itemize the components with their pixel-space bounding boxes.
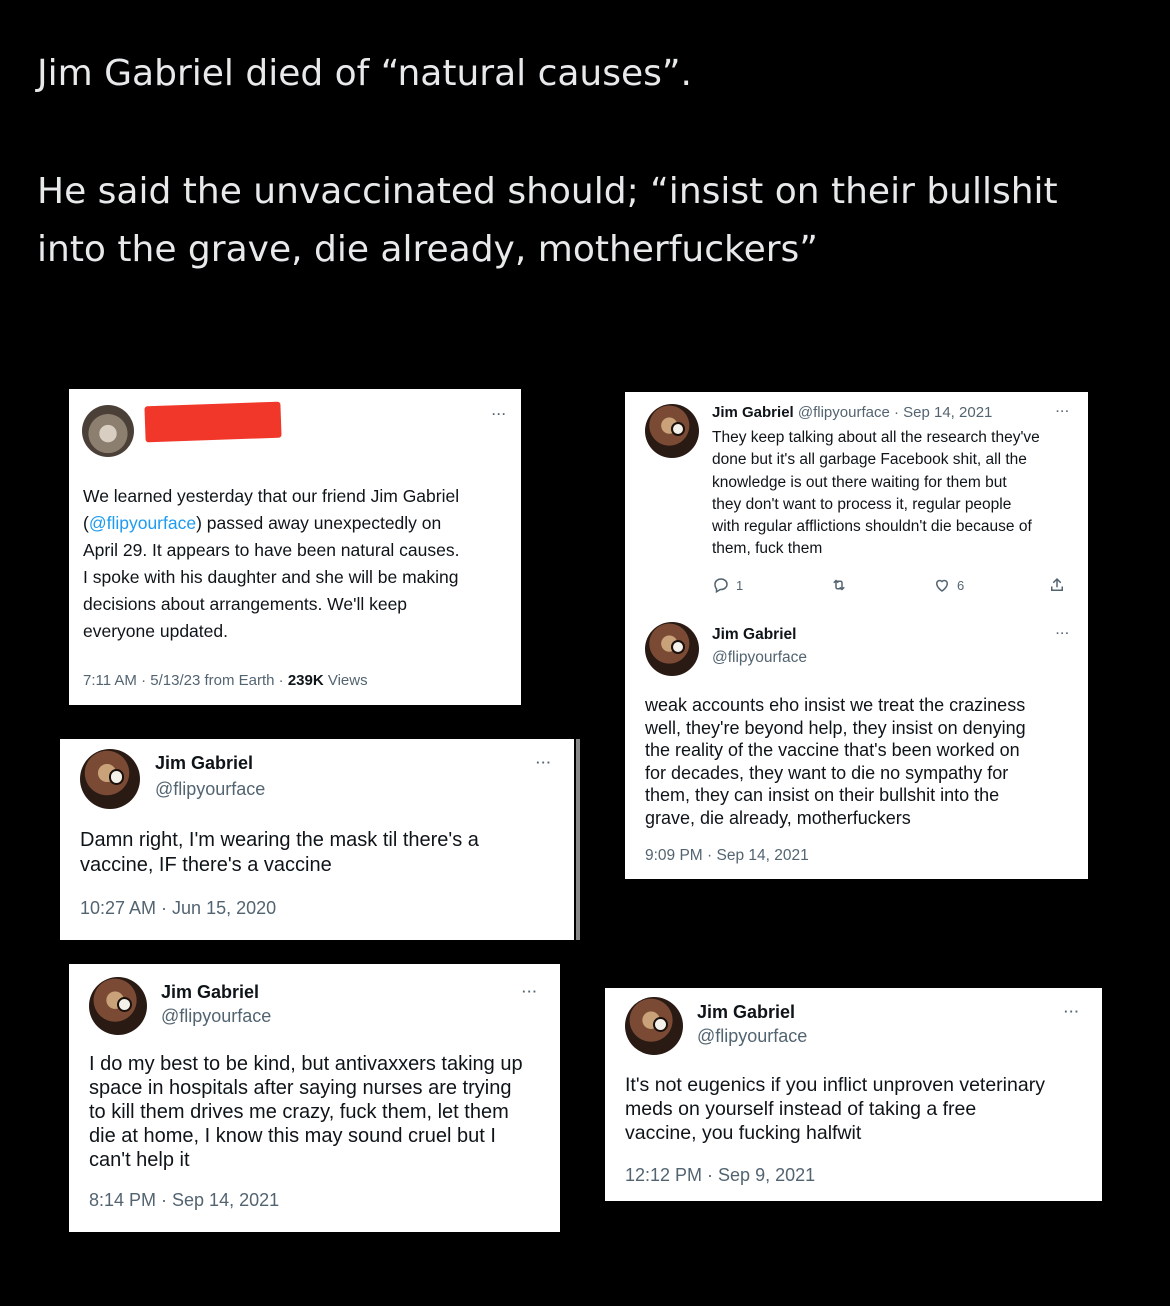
- views-count: 239K: [287, 672, 324, 689]
- tweet-text-line: April 29. It appears to have been natura…: [83, 540, 460, 560]
- tweet-card-antivax: Jim Gabriel @flipyourface ··· I do my be…: [69, 964, 560, 1232]
- author-handle[interactable]: @flipyourface: [712, 649, 807, 667]
- reply-icon: [714, 578, 728, 594]
- tweet-text-line: I spoke with his daughter and she will b…: [83, 567, 459, 587]
- redacted-name-mark: [144, 401, 282, 443]
- author-name[interactable]: Jim Gabriel: [155, 753, 253, 774]
- author-name[interactable]: Jim Gabriel: [712, 404, 794, 421]
- tweet-text: It's not eugenics if you inflict unprove…: [625, 1073, 1045, 1145]
- tweet-text-line: the reality of the vaccine that's been w…: [645, 740, 1020, 760]
- like-count: 6: [957, 577, 965, 593]
- timestamp[interactable]: 7:11 AM · 5/13/23 from Earth ·: [83, 672, 288, 689]
- reply-button[interactable]: 1: [712, 576, 743, 594]
- avatar[interactable]: [645, 404, 699, 458]
- tweet-text-line: knowledge is out there waiting for them …: [712, 473, 1007, 491]
- tweet-text-line: It's not eugenics if you inflict unprove…: [625, 1074, 1045, 1096]
- tweet-text-line: everyone updated.: [83, 621, 228, 641]
- mention-link[interactable]: @flipyourface: [89, 513, 196, 533]
- more-options-icon[interactable]: ···: [522, 984, 538, 999]
- heart-icon: [935, 579, 949, 592]
- tweet-text-line: (@flipyourface) passed away unexpectedly…: [83, 510, 460, 537]
- tweet-meta: 7:11 AM · 5/13/23 from Earth · 239K View…: [83, 672, 368, 689]
- author-name[interactable]: Jim Gabriel: [161, 982, 259, 1003]
- tweet-text: I do my best to be kind, but antivaxxers…: [89, 1052, 523, 1172]
- tweet-text-line: die at home, I know this may sound cruel…: [89, 1125, 496, 1147]
- more-options-icon[interactable]: ···: [1056, 628, 1070, 640]
- author-name[interactable]: Jim Gabriel: [712, 626, 796, 644]
- timestamp[interactable]: 10:27 AM · Jun 15, 2020: [80, 898, 276, 919]
- tweet-text-line: vaccine, you fucking halfwit: [625, 1122, 862, 1144]
- post-line-3: into the grave, die already, motherfucke…: [37, 229, 818, 270]
- post-line-1: Jim Gabriel died of “natural causes”.: [37, 53, 692, 94]
- tweet-text-line: decisions about arrangements. We'll keep: [83, 594, 408, 614]
- author-name[interactable]: Jim Gabriel: [697, 1002, 795, 1023]
- timestamp[interactable]: 12:12 PM · Sep 9, 2021: [625, 1165, 815, 1186]
- avatar[interactable]: [645, 622, 699, 676]
- tweet-text: They keep talking about all the research…: [712, 427, 1040, 561]
- tweet-text-line: vaccine, IF there's a vaccine: [80, 854, 332, 876]
- avatar[interactable]: [80, 749, 140, 809]
- tweet-text-line: for decades, they want to die no sympath…: [645, 762, 1009, 783]
- retweet-icon: [833, 579, 845, 591]
- tweet-card-thread: Jim Gabriel @flipyourface · Sep 14, 2021…: [625, 392, 1088, 879]
- tweet-text-line: to kill them drives me crazy, fuck them,…: [89, 1101, 509, 1123]
- post-line-2: He said the unvaccinated should; “insist…: [37, 171, 1058, 212]
- views-label: Views: [323, 672, 368, 689]
- tweet-card-announcement: ··· We learned yesterday that our friend…: [69, 389, 521, 705]
- tweet-text-line: them, fuck them: [712, 540, 823, 558]
- author-handle[interactable]: @flipyourface: [697, 1026, 807, 1047]
- retweet-button[interactable]: [830, 576, 848, 594]
- author-handle[interactable]: @flipyourface: [161, 1006, 271, 1027]
- tweet-card-mask: Jim Gabriel @flipyourface ··· Damn right…: [60, 739, 580, 940]
- tweet-text-line: well, they're beyond help, they insist o…: [645, 717, 1026, 738]
- tweet-text-line: them, they can insist on their bullshit …: [645, 785, 1000, 805]
- tweet-text: weak accounts eho insist we treat the cr…: [645, 694, 1026, 829]
- tweet-header: Jim Gabriel @flipyourface · Sep 14, 2021: [712, 404, 992, 421]
- avatar[interactable]: [89, 977, 147, 1035]
- reply-count: 1: [736, 577, 744, 593]
- share-icon: [1051, 577, 1063, 591]
- tweet-text-line: weak accounts eho insist we treat the cr…: [645, 695, 1026, 715]
- more-options-icon[interactable]: ···: [536, 755, 552, 770]
- tweet-text-line: can't help it: [89, 1149, 190, 1171]
- timestamp[interactable]: 8:14 PM · Sep 14, 2021: [89, 1190, 279, 1211]
- author-handle[interactable]: @flipyourface: [155, 779, 265, 800]
- tweet-text-line: space in hospitals after saying nurses a…: [89, 1077, 512, 1099]
- tweet-text-line: grave, die already, motherfuckers: [645, 807, 911, 828]
- tweet-text: Damn right, I'm wearing the mask til the…: [80, 828, 479, 878]
- tweet-card-eugenics: Jim Gabriel @flipyourface ··· It's not e…: [605, 988, 1102, 1201]
- avatar[interactable]: [625, 997, 683, 1055]
- tweet-text-line: they don't want to process it, regular p…: [712, 495, 1012, 513]
- tweet-text: We learned yesterday that our friend Jim…: [83, 483, 460, 645]
- tweet-text-line: meds on yourself instead of taking a fre…: [625, 1098, 977, 1120]
- tweet-text-line: We learned yesterday that our friend Jim…: [83, 486, 460, 506]
- like-button[interactable]: 6: [933, 576, 964, 594]
- share-button[interactable]: [1048, 576, 1066, 594]
- more-options-icon[interactable]: ···: [492, 407, 507, 421]
- timestamp[interactable]: 9:09 PM · Sep 14, 2021: [645, 847, 809, 865]
- tweet-text-line: with regular afflictions shouldn't die b…: [712, 518, 1032, 536]
- tweet-text-line: Damn right, I'm wearing the mask til the…: [80, 829, 479, 851]
- tweet-text-fragment: ) passed away unexpectedly on: [196, 513, 442, 533]
- author-handle-date[interactable]: @flipyourface · Sep 14, 2021: [798, 404, 993, 421]
- tweet-text-line: done but it's all garbage Facebook shit,…: [712, 451, 1027, 469]
- tweet-text-line: I do my best to be kind, but antivaxxers…: [89, 1053, 523, 1075]
- more-options-icon[interactable]: ···: [1056, 406, 1070, 418]
- avatar[interactable]: [82, 405, 134, 457]
- tweet-text-line: They keep talking about all the research…: [712, 429, 1040, 446]
- divider: [576, 739, 580, 940]
- more-options-icon[interactable]: ···: [1064, 1004, 1080, 1019]
